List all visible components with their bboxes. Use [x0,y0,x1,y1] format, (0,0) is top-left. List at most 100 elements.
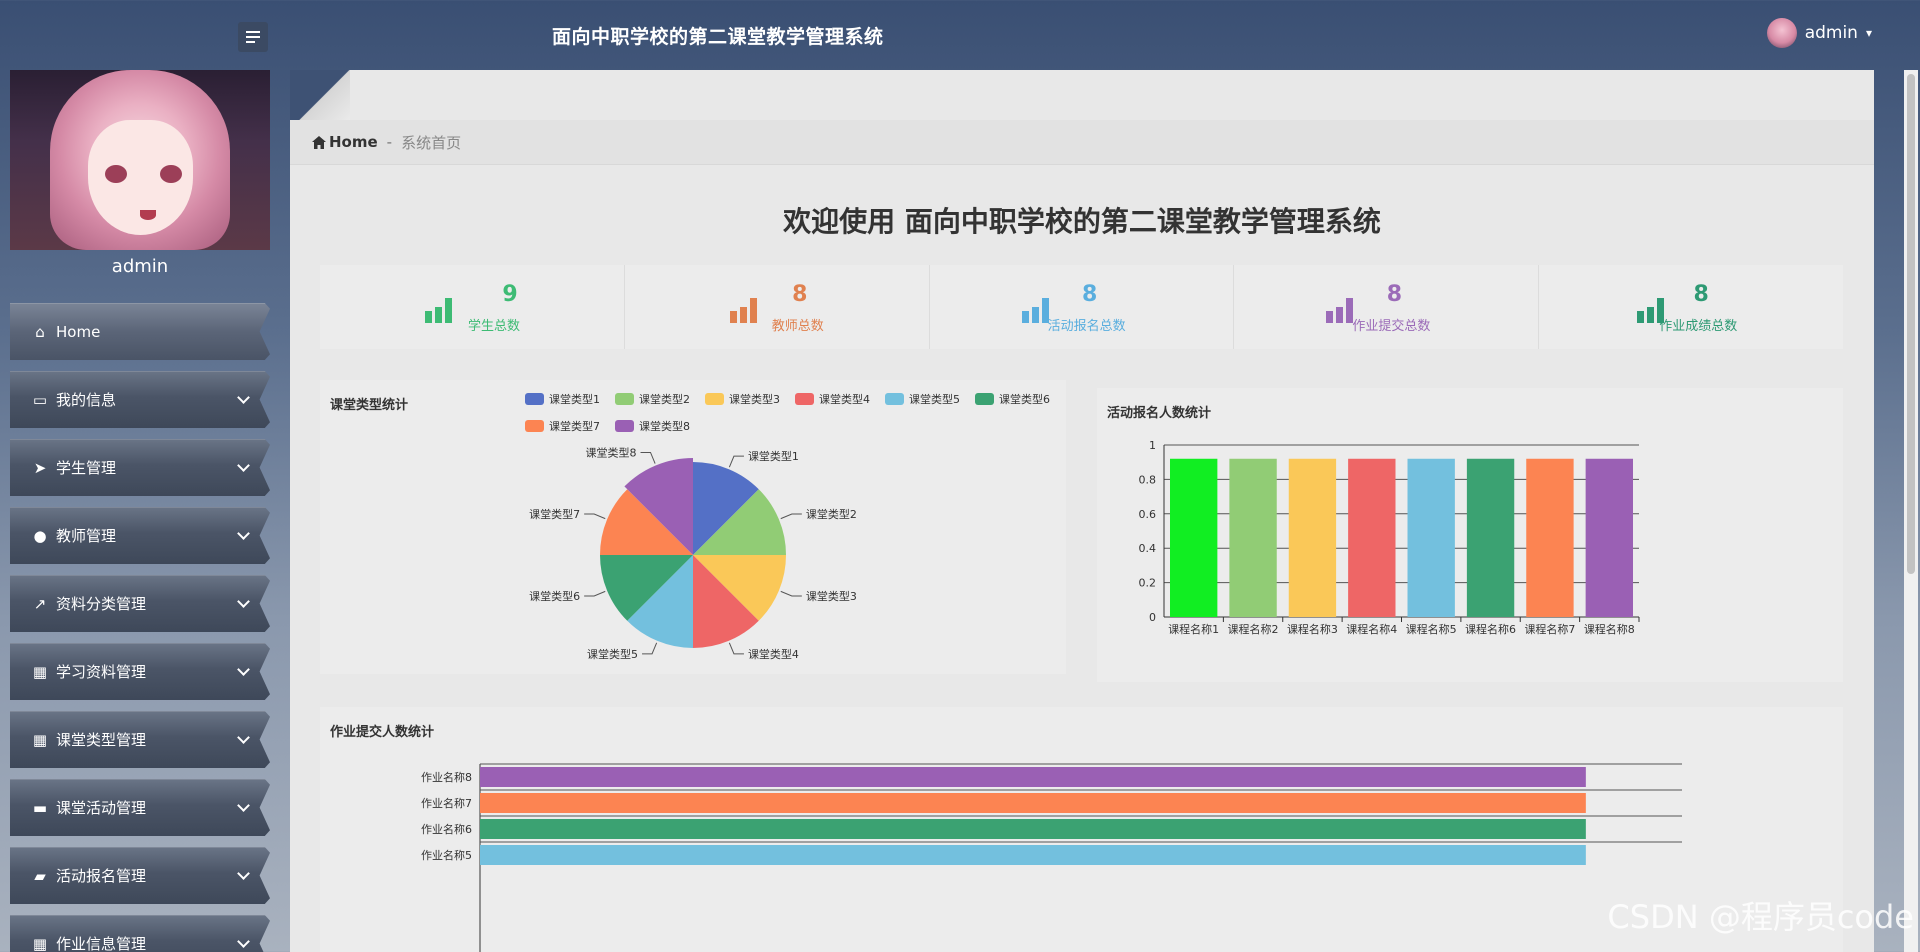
pie-slice-label: 课堂类型3 [806,589,857,603]
chevron-down-icon [237,731,250,744]
bar[interactable] [1348,458,1396,617]
sidebar-item-label: 我的信息 [56,391,117,409]
bar-chart: 0 0.2 0.4 0.6 0.8 1 课程名称1 课程名称2 课程名称3 课程名称4 课程名称5 课… [1139,439,1640,636]
sidebar-item-9[interactable]: ▦ 作业信息管理 [10,915,270,952]
stat-value: 8 [1693,282,1709,307]
caret-down-icon: ▾ [1865,26,1872,40]
pie-chart: 课堂类型1 课堂类型2 课堂类型3 课堂类型4 课堂类型5 课堂类型6 课堂类型7 课堂类型8 [529,445,857,661]
sidebar-item-label: 活动报名管理 [56,867,147,885]
ticket-icon: ▰ [34,866,46,885]
stats-row: 9 学生总数 8 教师总数 8 活动报名总数 8 作业提交总数 8 作业成绩总数 [320,265,1843,349]
sidebar: admin ⌂ Home ▭ 我的信息 ➤ 学生管理 ● 教师管理 ↗ 资料分类管理 ▦ 学习资料管理… [0,70,280,952]
menu-toggle-button[interactable] [238,22,268,52]
bar-chart-card: 活动报名人数统计 0 0.2 0.4 0.6 0.8 1 课程名称1 课程名称2 课程名称3 课程… [1097,388,1843,682]
x-tick-label: 课程名称5 [1406,622,1457,636]
stat-label: 作业成绩总数 [1659,319,1738,334]
y-tick-label: 作业名称6 [421,822,472,836]
sidebar-item-3[interactable]: ● 教师管理 [10,507,270,564]
watermark: CSDN @程序员code [1607,898,1914,936]
sidebar-item-1[interactable]: ▭ 我的信息 [10,371,270,428]
breadcrumb-home-link[interactable]: Home [312,133,378,151]
x-tick-label: 课程名称1 [1168,622,1219,636]
home-icon: ⌂ [35,322,45,341]
breadcrumb-separator: - [386,133,393,151]
breadcrumb: Home - 系统首页 [290,120,1874,165]
x-tick-label: 课程名称4 [1346,622,1397,636]
sidebar-item-label: 资料分类管理 [56,595,147,613]
profile-name: admin [111,256,169,277]
pie-label-line [584,590,606,597]
bar[interactable] [1288,458,1337,617]
main-panel: Home - 系统首页 欢迎使用 面向中职学校的第二课堂教学管理系统 9 学生总数… [290,70,1874,952]
sidebar-nav: ⌂ Home ▭ 我的信息 ➤ 学生管理 ● 教师管理 ↗ 资料分类管理 ▦ 学习资料管理 ▦ 课堂类型管… [10,303,270,952]
bar-chart-icon [1326,298,1354,323]
chevron-down-icon [237,527,250,540]
user-icon: ● [33,526,47,545]
stat-label: 活动报名总数 [1047,319,1126,334]
user-menu[interactable]: admin ▾ [1766,18,1872,48]
x-tick-label: 课程名称8 [1584,622,1635,636]
bar[interactable] [1466,458,1515,617]
pie-label-line [642,642,658,655]
page-title: 欢迎使用 面向中职学校的第二课堂教学管理系统 [783,205,1381,238]
sidebar-item-label: 教师管理 [56,527,117,545]
sidebar-item-label: 学习资料管理 [56,663,147,681]
sidebar-item-6[interactable]: ▦ 课堂类型管理 [10,711,270,768]
y-tick-label: 0.6 [1139,508,1157,521]
user-name: admin [1804,23,1858,43]
bar-chart-icon [729,298,758,323]
pie-chart-card: 课堂类型统计 课堂类型1 课堂类型2 课堂类型3 课堂类型4 课堂类型5 课堂类型6 课堂类… [320,380,1066,674]
stat-value: 9 [502,282,518,307]
bar[interactable] [480,845,1586,865]
sidebar-item-home[interactable]: ⌂ Home [10,303,270,360]
stat-value: 8 [1386,282,1403,307]
bar-chart-icon [425,298,453,323]
bar[interactable] [1585,458,1633,617]
bar[interactable] [1229,458,1277,617]
sidebar-item-5[interactable]: ▦ 学习资料管理 [10,643,270,700]
pie-slice-label: 课堂类型5 [587,647,638,661]
top-bar: 面向中职学校的第二课堂教学管理系统 admin ▾ [0,0,1920,70]
chevron-down-icon [237,459,250,472]
bar[interactable] [1526,458,1574,617]
chevron-down-icon [237,799,250,812]
bar[interactable] [480,819,1586,839]
pie-slice-label: 课堂类型6 [529,589,580,603]
y-tick-label: 0.2 [1139,577,1157,590]
sidebar-item-8[interactable]: ▰ 活动报名管理 [10,847,270,904]
grid-icon: ▦ [32,662,48,681]
sidebar-item-2[interactable]: ➤ 学生管理 [10,439,270,496]
stat-value: 8 [1081,282,1098,307]
stat-label: 教师总数 [771,319,824,334]
bar-chart-icon [1021,298,1050,323]
bar[interactable] [480,793,1586,813]
sidebar-item-7[interactable]: ▬ 课堂活动管理 [10,779,270,836]
y-tick-label: 0 [1149,611,1156,624]
y-tick-label: 作业名称5 [421,848,472,862]
bar[interactable] [1170,458,1218,617]
x-tick-label: 课程名称3 [1287,622,1338,636]
sidebar-item-label: 课堂类型管理 [56,731,147,749]
avatar [1766,18,1797,48]
sidebar-item-label: 学生管理 [56,459,117,477]
pie-label-line [728,642,744,655]
pie-slice-label: 课堂类型1 [748,449,799,463]
stat-label: 作业提交总数 [1352,319,1431,334]
bar[interactable] [480,767,1586,787]
stat-card: 8 作业提交总数 [1234,265,1540,349]
y-tick-label: 1 [1149,439,1156,452]
scrollbar[interactable] [1904,70,1918,952]
chevron-down-icon [237,595,250,608]
pie-slice-label: 课堂类型2 [806,507,857,521]
chevron-down-icon [237,391,250,404]
bar[interactable] [1407,458,1455,617]
paper-plane-icon: ➤ [33,458,47,477]
stat-card: 8 教师总数 [625,265,930,349]
pie-slice-label: 课堂类型7 [529,507,580,521]
id-card-icon: ▭ [32,390,48,409]
line-chart-icon: ↗ [33,594,47,613]
sidebar-item-4[interactable]: ↗ 资料分类管理 [10,575,270,632]
sidebar-item-label: Home [56,322,101,341]
stat-card: 8 活动报名总数 [930,265,1235,349]
home-icon [312,135,326,149]
